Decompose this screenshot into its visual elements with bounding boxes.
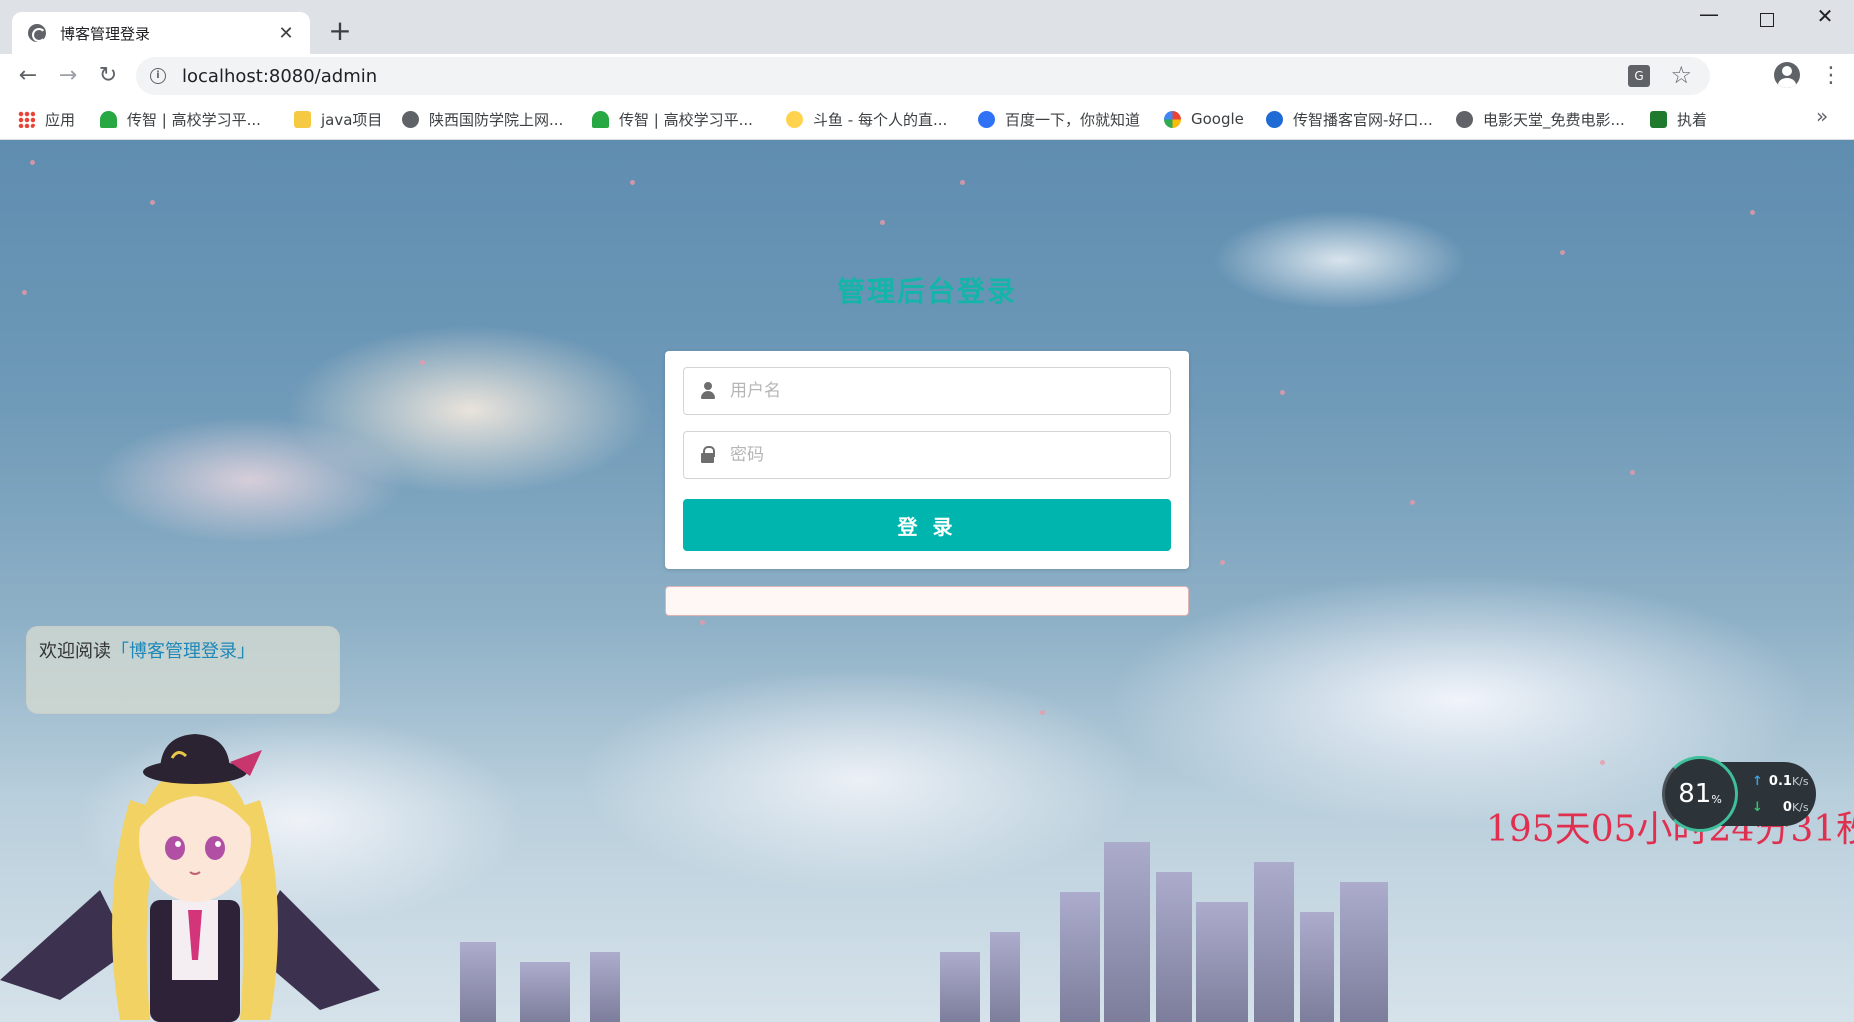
bookmarks-bar: 应用 传智 | 高校学习平... java项目 陕西国防学院上网... 传智 |… — [0, 98, 1854, 140]
petal-decoration — [1280, 390, 1285, 395]
bookmark-item[interactable]: 百度一下，你就知道 — [978, 106, 1140, 132]
maximize-icon[interactable] — [1752, 8, 1782, 32]
douyu-icon — [786, 110, 803, 128]
address-bar[interactable]: i localhost:8080/admin G ☆ — [136, 57, 1710, 95]
bookmark-item[interactable]: 传智 | 高校学习平... — [100, 106, 261, 132]
apps-icon — [18, 110, 35, 128]
chuanzhi-icon — [1266, 110, 1283, 128]
browser-toolbar: ← → ↻ i localhost:8080/admin G ☆ ⋮ — [0, 54, 1854, 98]
close-tab-icon[interactable]: ✕ — [276, 23, 296, 44]
reload-icon[interactable]: ↻ — [94, 62, 122, 90]
globe-icon — [402, 110, 419, 128]
star-icon[interactable]: ☆ — [1670, 61, 1692, 89]
browser-tab[interactable]: 博客管理登录 ✕ — [12, 12, 310, 54]
petal-decoration — [1560, 250, 1565, 255]
petal-decoration — [630, 180, 635, 185]
download-arrow-icon: ↓ — [1752, 800, 1763, 815]
petal-decoration — [1630, 470, 1635, 475]
minimize-icon[interactable]: — — [1694, 2, 1724, 26]
error-message-box — [665, 586, 1189, 616]
lock-icon — [700, 446, 716, 464]
close-window-icon[interactable]: ✕ — [1810, 4, 1840, 28]
petal-decoration — [700, 620, 705, 625]
graduation-hat-icon — [100, 110, 117, 128]
password-input[interactable] — [730, 432, 1160, 478]
petal-decoration — [1600, 760, 1605, 765]
bookmark-item[interactable]: 应用 — [18, 106, 75, 132]
login-form: 登 录 — [665, 351, 1189, 569]
petal-decoration — [1220, 560, 1225, 565]
title-bar: 博客管理登录 ✕ + — ✕ — [0, 0, 1854, 54]
petal-decoration — [30, 160, 35, 165]
skyline-building — [940, 952, 980, 1022]
skyline-building — [1104, 842, 1150, 1022]
new-tab-icon[interactable]: + — [326, 17, 354, 45]
upload-arrow-icon: ↑ — [1752, 774, 1763, 789]
bookmark-item[interactable]: 电影天堂_免费电影... — [1456, 106, 1625, 132]
skyline-building — [1156, 872, 1192, 1022]
skyline-building — [460, 942, 496, 1022]
username-input[interactable] — [730, 368, 1160, 414]
douban-icon — [1650, 110, 1667, 128]
petal-decoration — [420, 360, 425, 365]
skyline-building — [1060, 892, 1100, 1022]
bookmark-item[interactable]: 陕西国防学院上网... — [402, 106, 563, 132]
petal-decoration — [1410, 500, 1415, 505]
skyline-building — [1254, 862, 1294, 1022]
bookmark-item[interactable]: Google — [1164, 106, 1244, 132]
google-icon — [1164, 110, 1181, 128]
usage-gauge: 81% — [1662, 756, 1738, 832]
login-page-background: 管理后台登录 登 录 欢迎阅读「博客管理登录」 — [0, 140, 1854, 1022]
welcome-text: 欢迎阅读 — [39, 641, 111, 662]
profile-icon[interactable] — [1774, 62, 1800, 88]
petal-decoration — [960, 180, 965, 185]
graduation-hat-icon — [592, 110, 609, 128]
bookmark-item[interactable]: java项目 — [294, 106, 382, 132]
skyline-building — [1300, 912, 1334, 1022]
chevron-double-right-icon[interactable]: » — [1816, 104, 1828, 128]
globe-icon — [1456, 110, 1473, 128]
skyline-building — [520, 962, 570, 1022]
forward-arrow-icon[interactable]: → — [54, 62, 82, 90]
petal-decoration — [880, 220, 885, 225]
skyline-building — [1340, 882, 1388, 1022]
petal-decoration — [1040, 710, 1045, 715]
bookmark-item[interactable]: 斗鱼 - 每个人的直... — [786, 106, 947, 132]
skyline-building — [590, 952, 620, 1022]
tab-title: 博客管理登录 — [60, 24, 151, 43]
skyline-building — [990, 932, 1020, 1022]
network-speed-widget[interactable]: 81% ↑ 0.1K/s ↓ 0K/s — [1662, 756, 1816, 832]
download-speed: ↓ 0K/s — [1752, 800, 1809, 815]
mascot-character-image[interactable] — [0, 700, 380, 1022]
upload-speed: ↑ 0.1K/s — [1752, 774, 1809, 789]
folder-icon — [294, 110, 311, 128]
bookmark-item[interactable]: 执着 — [1650, 106, 1707, 132]
page-title: 管理后台登录 — [836, 275, 1017, 308]
username-field[interactable] — [683, 367, 1171, 415]
login-button[interactable]: 登 录 — [683, 499, 1171, 551]
url-text: localhost:8080/admin — [182, 65, 378, 87]
welcome-highlight: 「博客管理登录」 — [111, 641, 255, 662]
translate-icon[interactable]: G — [1628, 65, 1650, 87]
menu-icon[interactable]: ⋮ — [1820, 62, 1842, 90]
globe-icon — [28, 24, 46, 42]
info-icon[interactable]: i — [150, 68, 166, 84]
petal-decoration — [1750, 210, 1755, 215]
bookmark-item[interactable]: 传智 | 高校学习平... — [592, 106, 753, 132]
bookmark-item[interactable]: 传智播客官网-好口... — [1266, 106, 1433, 132]
petal-decoration — [150, 200, 155, 205]
user-icon — [700, 382, 716, 400]
baidu-paw-icon — [978, 110, 995, 128]
skyline-building — [1196, 902, 1248, 1022]
password-field[interactable] — [683, 431, 1171, 479]
back-arrow-icon[interactable]: ← — [14, 62, 42, 90]
